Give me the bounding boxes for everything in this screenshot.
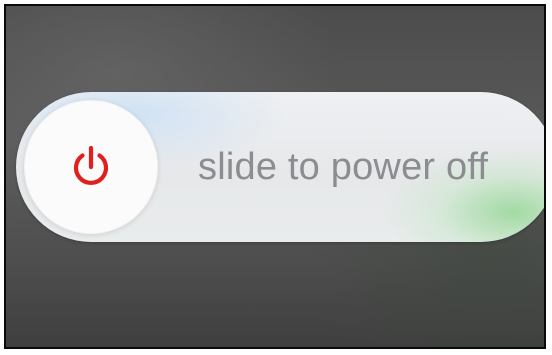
power-icon	[73, 145, 109, 185]
slider-label: slide to power off	[198, 146, 489, 188]
power-off-slider[interactable]: slide to power off	[16, 92, 544, 242]
power-slider-knob[interactable]	[24, 100, 158, 234]
screen-frame: slide to power off	[4, 4, 546, 349]
